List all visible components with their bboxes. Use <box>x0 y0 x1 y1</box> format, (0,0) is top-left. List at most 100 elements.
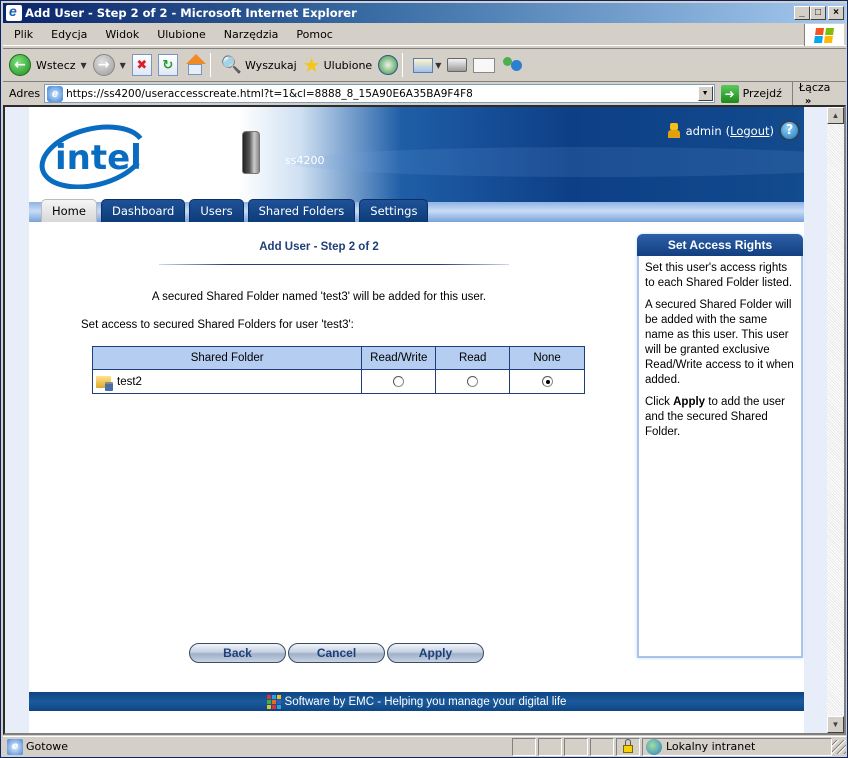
address-input[interactable]: e https://ss4200/useraccesscreate.html?t… <box>44 84 715 103</box>
emc-logo-square <box>266 694 271 699</box>
svg-text:intel: intel <box>55 138 142 178</box>
notice-text: A secured Shared Folder named 'test3' wi… <box>151 291 487 303</box>
tab-settings[interactable]: Settings <box>359 199 429 222</box>
cancel-button[interactable]: Cancel <box>288 643 385 663</box>
status-text: Gotowe <box>26 740 69 753</box>
user-icon <box>667 122 680 139</box>
status-bar: e Gotowe Lokalny intranet <box>3 736 846 756</box>
status-cell <box>590 737 614 756</box>
printer-icon <box>447 58 468 72</box>
mail-icon <box>413 57 434 73</box>
go-button[interactable]: ➜ Przejdź <box>720 84 782 103</box>
search-button[interactable]: 🔍 Wyszukaj <box>221 55 297 75</box>
menu-view[interactable]: Widok <box>94 28 146 41</box>
links-label: Łącza <box>798 80 831 94</box>
tab-shared-folders[interactable]: Shared Folders <box>247 199 356 222</box>
back-button[interactable]: Back <box>189 643 286 663</box>
logout-link[interactable]: Logout <box>730 124 769 138</box>
folder-cell: test2 <box>91 369 363 394</box>
tab-home[interactable]: Home <box>41 199 97 222</box>
table-header-row: Shared Folder Read/Write Read None <box>91 346 585 370</box>
title-bar: Add User - Step 2 of 2 - Microsoft Inter… <box>3 3 846 23</box>
menu-favorites[interactable]: Ulubione <box>146 28 213 41</box>
status-cell <box>564 737 588 756</box>
ie-icon <box>6 3 22 21</box>
messenger-button[interactable] <box>501 55 523 75</box>
intranet-icon <box>646 738 662 755</box>
emc-logo-square <box>276 699 281 704</box>
mail-button[interactable]: ▼ <box>413 57 441 73</box>
emc-logo-square <box>271 699 276 704</box>
url-text[interactable]: https://ss4200/useraccesscreate.html?t=1… <box>66 88 473 100</box>
dropdown-arrow-icon[interactable]: ▼ <box>81 61 87 70</box>
read-write-cell <box>361 369 437 394</box>
help-panel: Set Access Rights Set this user's access… <box>637 234 803 658</box>
folder-name: test2 <box>117 375 142 388</box>
back-label: Wstecz <box>36 58 76 72</box>
emc-logo-square <box>276 704 281 709</box>
tab-dashboard[interactable]: Dashboard <box>100 199 186 222</box>
action-buttons: Back Cancel Apply <box>189 643 484 663</box>
refresh-icon: ↻ <box>157 54 178 76</box>
col-none: None <box>509 346 585 370</box>
links-button[interactable]: Łącza » <box>791 80 846 107</box>
go-label: Przejdź <box>742 87 782 100</box>
menu-tools[interactable]: Narzędzia <box>213 28 286 41</box>
emc-logo-square <box>266 699 271 704</box>
security-zone: Lokalny intranet <box>642 737 832 756</box>
help-icon[interactable]: ? <box>779 120 800 141</box>
apply-button[interactable]: Apply <box>387 643 484 663</box>
address-dropdown-button[interactable]: ▼ <box>697 86 713 101</box>
menu-help[interactable]: Pomoc <box>285 28 339 41</box>
refresh-button[interactable]: ↻ <box>157 54 178 76</box>
minimize-button[interactable]: _ <box>794 6 810 20</box>
dropdown-arrow-icon[interactable]: ▼ <box>120 61 126 70</box>
home-button[interactable] <box>184 54 206 76</box>
radio-read-write[interactable] <box>393 375 405 387</box>
tab-users[interactable]: Users <box>189 199 244 222</box>
close-button[interactable]: × <box>828 6 844 20</box>
edit-button[interactable] <box>473 57 496 73</box>
none-cell <box>509 369 585 394</box>
page-footer: Software by EMC - Helping you manage you… <box>29 692 804 711</box>
edit-icon <box>473 57 496 73</box>
menu-file[interactable]: Plik <box>3 28 40 41</box>
window-title: Add User - Step 2 of 2 - Microsoft Inter… <box>25 6 357 20</box>
page-icon: e <box>47 85 64 102</box>
emc-logo-square <box>271 704 276 709</box>
search-label: Wyszukaj <box>245 58 297 72</box>
emc-logo-icon <box>266 694 281 709</box>
title-divider <box>159 264 509 265</box>
col-read: Read <box>435 346 511 370</box>
emc-logo-square <box>271 694 276 699</box>
device-name: ss4200 <box>285 154 325 167</box>
scroll-up-button[interactable]: ▲ <box>827 107 844 124</box>
help-paragraph-1: Set this user's access rights to each Sh… <box>645 262 793 289</box>
help-paragraph-3: Click Apply to add the user and the secu… <box>645 396 785 438</box>
browser-viewport: intel ss4200 admin ( Logout ) ? Home Das… <box>3 105 846 735</box>
secured-folder-icon <box>96 374 115 391</box>
menu-edit[interactable]: Edycja <box>40 28 94 41</box>
home-icon <box>184 54 206 76</box>
radio-none[interactable] <box>541 375 553 387</box>
dropdown-arrow-icon[interactable]: ▼ <box>435 61 441 70</box>
history-button[interactable] <box>378 55 399 75</box>
stop-button[interactable]: ✖ <box>131 54 152 76</box>
radio-read[interactable] <box>467 375 479 387</box>
print-button[interactable] <box>447 58 468 72</box>
nav-tabs: Home Dashboard Users Shared Folders Sett… <box>41 199 429 222</box>
favorites-button[interactable]: ★ Ulubione <box>303 53 373 77</box>
web-page: intel ss4200 admin ( Logout ) ? Home Das… <box>29 107 804 733</box>
messenger-icon <box>501 55 523 75</box>
toolbar: ← Wstecz ▼ → ▼ ✖ ↻ 🔍 Wyszukaj ★ Ulubione <box>3 48 846 82</box>
vertical-scrollbar[interactable]: ▲ ▼ <box>827 107 844 733</box>
forward-button[interactable]: → ▼ <box>92 54 126 76</box>
search-icon: 🔍 <box>220 55 242 75</box>
resize-grip[interactable] <box>832 739 846 754</box>
maximize-button[interactable]: □ <box>810 6 826 20</box>
back-button[interactable]: ← Wstecz ▼ <box>9 54 87 76</box>
scroll-down-button[interactable]: ▼ <box>827 716 844 733</box>
page-header: intel ss4200 admin ( Logout ) ? Home Das… <box>29 107 804 222</box>
secure-lock-icon[interactable] <box>616 737 640 756</box>
instruction-text: Set access to secured Shared Folders for… <box>81 319 354 331</box>
